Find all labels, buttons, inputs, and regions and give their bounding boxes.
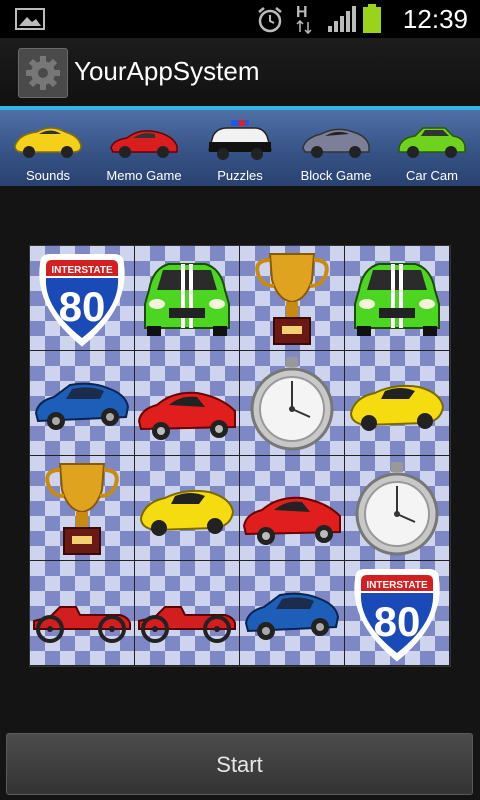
app-title: YourAppSystem	[74, 56, 260, 86]
grey-sports-car-icon	[302, 128, 370, 158]
svg-text:INTERSTATE: INTERSTATE	[51, 265, 113, 276]
blue-car-icon	[34, 382, 130, 430]
memory-card[interactable]	[240, 561, 344, 665]
tab-sounds[interactable]: Sounds	[0, 110, 96, 186]
status-clock: 12:39	[402, 4, 468, 34]
memory-card[interactable]	[135, 456, 239, 560]
svg-text:80: 80	[374, 598, 421, 645]
gold-trophy-icon	[255, 253, 329, 345]
svg-text:INTERSTATE: INTERSTATE	[366, 580, 428, 591]
memory-card[interactable]	[135, 351, 239, 455]
tab-label: Sounds	[25, 168, 71, 183]
red-vintage-car-icon	[33, 606, 131, 643]
tab-block-game[interactable]: Block Game	[288, 110, 384, 186]
memory-card[interactable]	[240, 246, 344, 350]
stopwatch-icon	[250, 357, 334, 451]
memory-card[interactable]	[240, 456, 344, 560]
action-bar: YourAppSystem	[0, 38, 480, 110]
red-vintage-car-icon	[138, 606, 236, 643]
memory-card[interactable]	[240, 351, 344, 455]
green-car-icon	[354, 263, 440, 336]
memory-card[interactable]: INTERSTATE 80	[30, 246, 134, 350]
green-car-icon	[398, 127, 466, 158]
gallery-notification-icon	[15, 8, 45, 30]
yellow-sports-car-icon	[14, 127, 82, 158]
police-car-icon	[208, 120, 272, 160]
gear-icon	[26, 56, 60, 90]
start-button[interactable]: Start	[6, 733, 473, 795]
gold-trophy-icon	[45, 463, 119, 555]
memory-card[interactable]	[30, 456, 134, 560]
alarm-icon	[258, 7, 282, 33]
tab-label: Puzzles	[217, 168, 263, 183]
interstate-80-sign-icon: INTERSTATE 80	[39, 254, 125, 347]
interstate-80-sign-icon: INTERSTATE 80	[354, 569, 440, 662]
memory-card[interactable]	[30, 561, 134, 665]
memory-card[interactable]: INTERSTATE 80	[345, 561, 449, 665]
svg-text:80: 80	[59, 283, 106, 330]
tab-car-cam[interactable]: Car Cam	[384, 110, 480, 186]
data-transfer-icon	[296, 20, 312, 34]
green-car-icon	[144, 263, 230, 336]
blue-car-icon	[244, 592, 340, 640]
tab-puzzles[interactable]: Puzzles	[192, 110, 288, 186]
tab-memo-game[interactable]: Memo Game	[96, 110, 192, 186]
status-bar: H 12:39	[0, 0, 480, 38]
signal-strength-icon	[328, 6, 356, 32]
red-sports-car-icon	[110, 130, 178, 158]
memory-game-grid: INTERSTATE 80 INTERSTATE 80	[29, 245, 451, 667]
memory-card[interactable]	[345, 246, 449, 350]
tab-label: Block Game	[300, 168, 372, 183]
tab-label: Memo Game	[106, 168, 182, 183]
red-car-icon	[242, 496, 341, 545]
battery-icon	[363, 4, 381, 33]
stopwatch-icon	[355, 462, 439, 556]
tab-label: Car Cam	[405, 168, 458, 183]
yellow-car-icon	[349, 384, 445, 431]
memory-card[interactable]	[30, 351, 134, 455]
tab-bar: Sounds Memo Game Puzzles Block Game Car …	[0, 110, 480, 186]
memory-card[interactable]	[345, 456, 449, 560]
memory-card[interactable]	[135, 246, 239, 350]
yellow-car-icon	[139, 489, 235, 536]
memory-card[interactable]	[135, 561, 239, 665]
app-icon[interactable]	[18, 48, 68, 98]
red-car-icon	[137, 391, 236, 440]
memory-card[interactable]	[345, 351, 449, 455]
